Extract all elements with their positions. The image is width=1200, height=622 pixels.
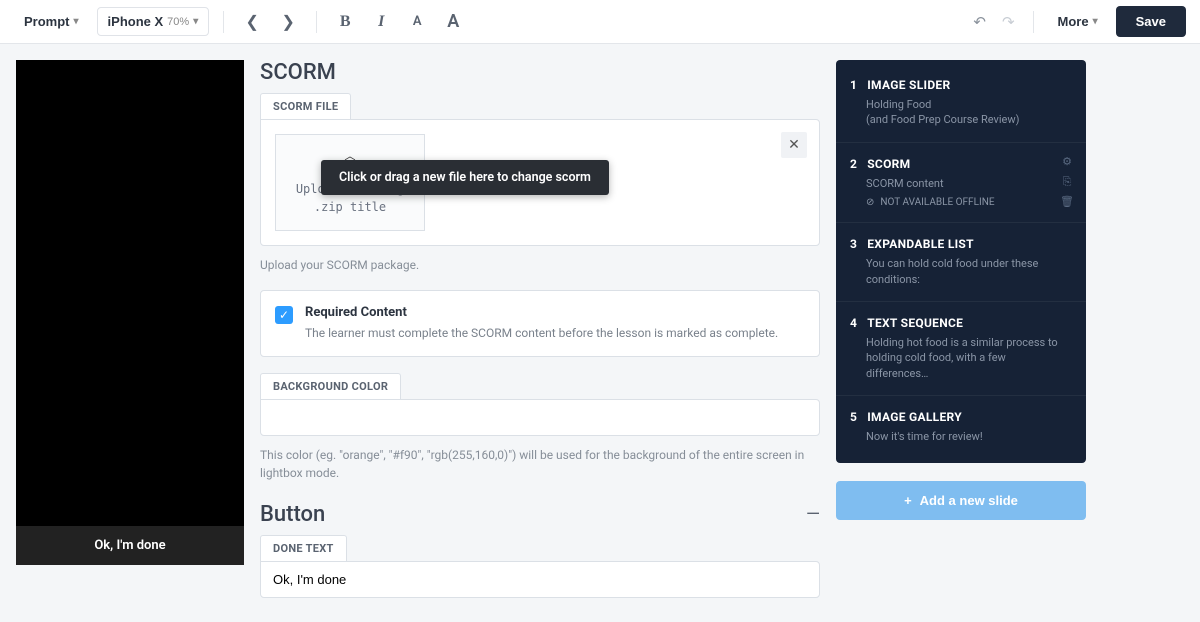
editor-panel: SCORM SCORM FILE ✕ ⬡ Uploadersending .zi… (260, 60, 820, 598)
slide-title: EXPANDABLE LIST (867, 237, 974, 251)
slide-meta-text: NOT AVAILABLE OFFLINE (880, 197, 994, 208)
scorm-file-card: ✕ ⬡ Uploadersending .zip title Click or … (260, 119, 820, 246)
required-title: Required Content (305, 305, 778, 320)
add-slide-button[interactable]: + Add a new slide (836, 481, 1086, 520)
more-label: More (1058, 14, 1089, 29)
scorm-heading: SCORM (260, 60, 820, 85)
font-size-small-button[interactable]: A (403, 8, 431, 36)
bg-color-input[interactable] (260, 399, 820, 436)
plus-icon: + (904, 493, 912, 508)
slide-list: 1 IMAGE SLIDER Holding Food (and Food Pr… (836, 60, 1086, 463)
redo-icon[interactable]: ↷ (998, 9, 1019, 35)
slide-sub: Holding Food (866, 97, 1070, 112)
dropzone-tooltip: Click or drag a new file here to change … (321, 160, 609, 195)
prompt-dropdown[interactable]: Prompt ▾ (14, 8, 89, 35)
slide-num: 4 (850, 316, 864, 330)
slide-sub: You can hold cold food under these condi… (866, 256, 1070, 287)
add-slide-label: Add a new slide (920, 493, 1018, 508)
slide-title: SCORM (867, 157, 910, 171)
chevron-down-icon: ▾ (193, 16, 198, 27)
separator (223, 11, 224, 33)
collapse-button[interactable]: — (806, 504, 820, 525)
slide-sub: SCORM content (866, 176, 1070, 191)
undo-icon[interactable]: ↶ (969, 9, 990, 35)
gear-icon[interactable]: ⚙ (1060, 155, 1074, 169)
preview-body (16, 60, 244, 526)
next-button[interactable]: ❯ (274, 8, 302, 36)
slides-sidebar: 1 IMAGE SLIDER Holding Food (and Food Pr… (836, 60, 1086, 520)
slide-item[interactable]: 5 IMAGE GALLERY Now it's time for review… (836, 396, 1086, 458)
save-button[interactable]: Save (1116, 6, 1186, 37)
preview-done-button[interactable]: Ok, I'm done (16, 526, 244, 565)
required-checkbox[interactable]: ✓ (275, 306, 293, 324)
slide-item[interactable]: 3 EXPANDABLE LIST You can hold cold food… (836, 223, 1086, 302)
bg-color-helper: This color (eg. "orange", "#f90", "rgb(2… (260, 446, 820, 482)
offline-icon: ⊘ (866, 197, 874, 208)
button-heading: Button (260, 502, 325, 527)
done-text-tab[interactable]: DONE TEXT (260, 535, 347, 561)
required-content-card: ✓ Required Content The learner must comp… (260, 290, 820, 357)
slide-item[interactable]: 4 TEXT SEQUENCE Holding hot food is a si… (836, 302, 1086, 396)
done-text-input[interactable] (260, 561, 820, 598)
bg-color-tab[interactable]: BACKGROUND COLOR (260, 373, 401, 399)
device-dropdown[interactable]: iPhone X 70% ▾ (97, 7, 210, 36)
device-label: iPhone X (108, 14, 164, 29)
prev-button[interactable]: ❮ (238, 8, 266, 36)
device-preview: Ok, I'm done (16, 60, 244, 565)
slide-sub: Holding hot food is a similar process to… (866, 335, 1070, 381)
trash-icon[interactable]: 🗑 (1060, 195, 1074, 209)
copy-icon[interactable]: ⎘ (1060, 175, 1074, 189)
font-size-large-button[interactable]: A (439, 8, 467, 36)
slide-sub: Now it's time for review! (866, 429, 1070, 444)
separator (1033, 11, 1034, 33)
scorm-helper: Upload your SCORM package. (260, 256, 820, 274)
slide-title: IMAGE SLIDER (867, 78, 950, 92)
italic-button[interactable]: I (367, 8, 395, 36)
chevron-down-icon: ▾ (74, 16, 79, 27)
slide-num: 2 (850, 157, 864, 171)
slide-title: IMAGE GALLERY (867, 410, 962, 424)
zoom-level: 70% (167, 16, 189, 28)
chevron-down-icon: ▾ (1093, 16, 1098, 27)
bold-button[interactable]: B (331, 8, 359, 36)
slide-item[interactable]: 2 SCORM ⚙ ⎘ 🗑 SCORM content ⊘ NOT AVAILA… (836, 143, 1086, 223)
more-dropdown[interactable]: More ▾ (1048, 8, 1108, 35)
prompt-label: Prompt (24, 14, 70, 29)
slide-meta: ⊘ NOT AVAILABLE OFFLINE (866, 197, 1070, 208)
slide-item[interactable]: 1 IMAGE SLIDER Holding Food (and Food Pr… (836, 64, 1086, 143)
required-desc: The learner must complete the SCORM cont… (305, 324, 778, 342)
slide-num: 5 (850, 410, 864, 424)
scorm-file-tab[interactable]: SCORM FILE (260, 93, 351, 119)
slide-sub2: (and Food Prep Course Review) (866, 112, 1070, 127)
top-toolbar: Prompt ▾ iPhone X 70% ▾ ❮ ❯ B I A A ↶ ↷ … (0, 0, 1200, 44)
slide-title: TEXT SEQUENCE (867, 316, 963, 330)
slide-num: 1 (850, 78, 864, 92)
dropzone-line2: .zip title (314, 200, 386, 214)
separator (316, 11, 317, 33)
close-icon[interactable]: ✕ (781, 132, 807, 158)
slide-num: 3 (850, 237, 864, 251)
